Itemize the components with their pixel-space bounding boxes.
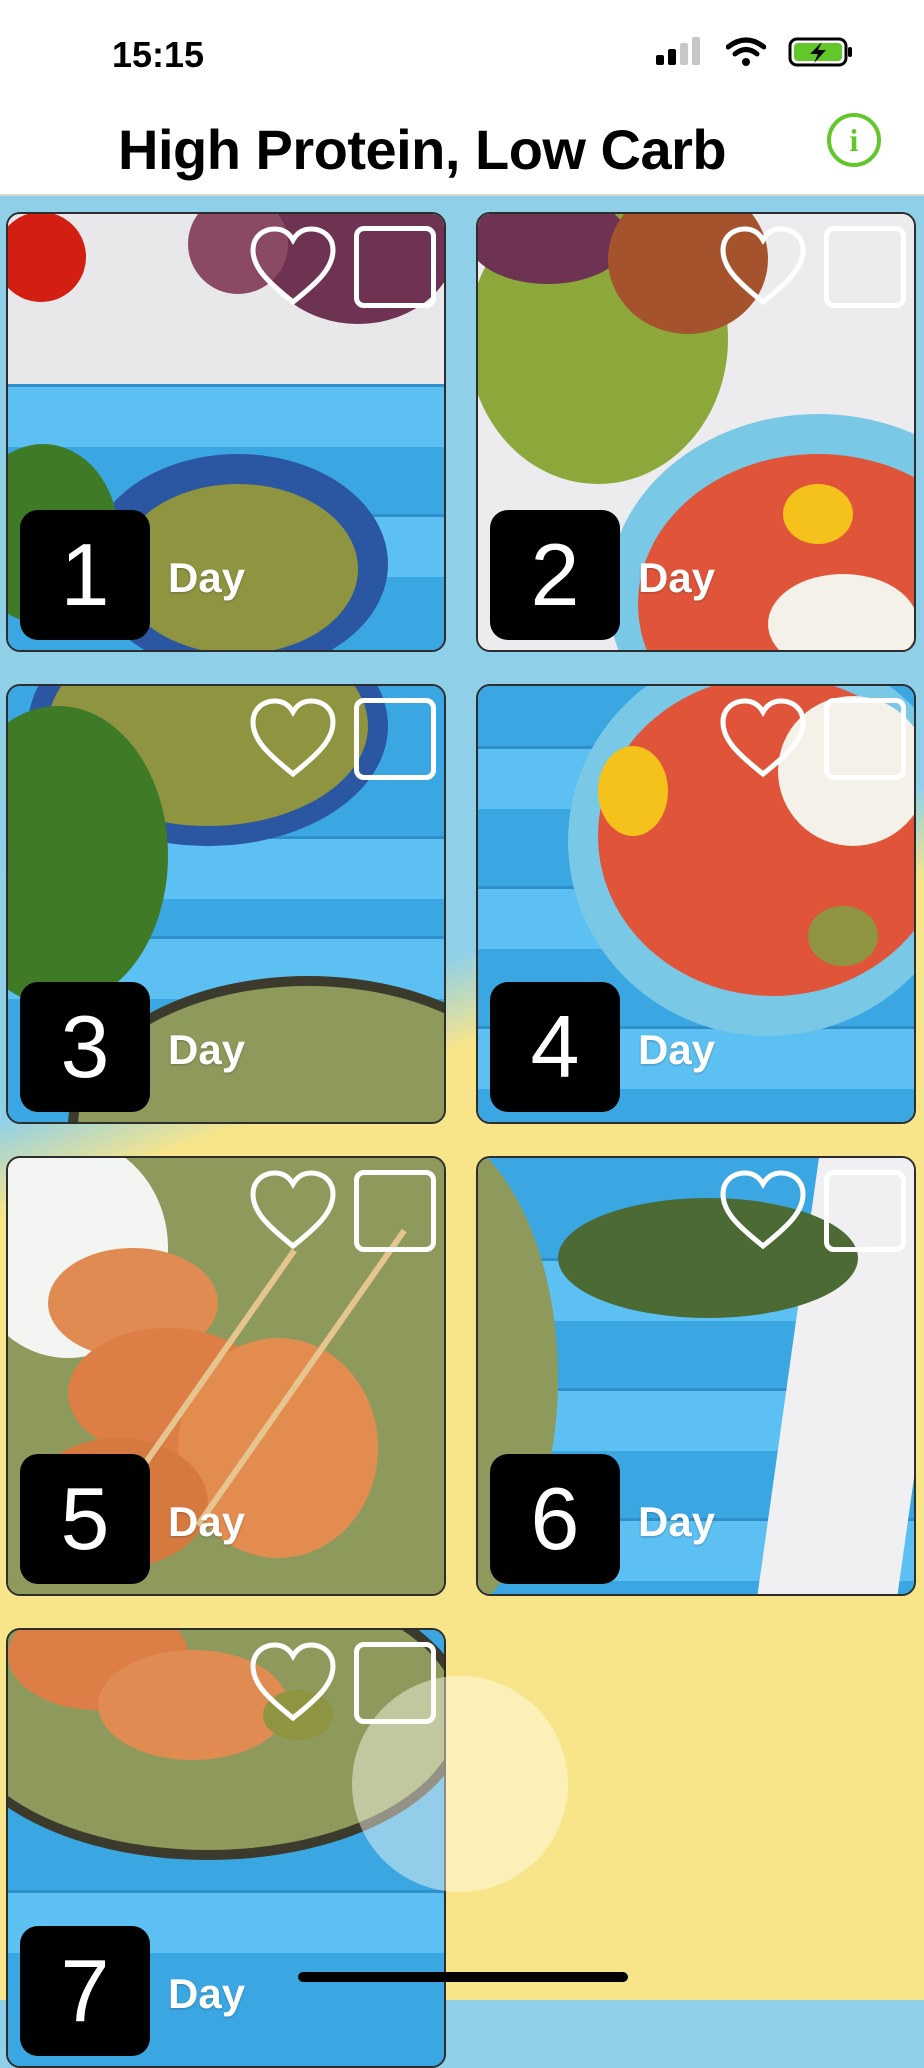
day-card-4[interactable]: 4 Day xyxy=(476,684,916,1124)
day-number-badge: 3 xyxy=(20,982,150,1112)
completed-checkbox[interactable] xyxy=(824,698,906,780)
day-card-5[interactable]: 5 Day xyxy=(6,1156,446,1596)
favorite-heart-icon[interactable] xyxy=(718,696,808,780)
favorite-heart-icon[interactable] xyxy=(248,1168,338,1252)
cellular-signal-icon xyxy=(656,37,700,65)
navigation-header: High Protein, Low Carb i xyxy=(0,110,924,196)
day-label: Day xyxy=(638,1498,716,1545)
day-card-1[interactable]: 1 Day xyxy=(6,212,446,652)
favorite-heart-icon[interactable] xyxy=(718,224,808,308)
day-label: Day xyxy=(168,554,246,601)
day-label: Day xyxy=(168,1026,246,1073)
home-indicator[interactable] xyxy=(298,1972,628,1982)
status-icons xyxy=(656,36,854,68)
completed-checkbox[interactable] xyxy=(354,226,436,308)
completed-checkbox[interactable] xyxy=(824,1170,906,1252)
completed-checkbox[interactable] xyxy=(354,698,436,780)
day-label: Day xyxy=(168,1970,246,2017)
day-card-3[interactable]: 3 Day xyxy=(6,684,446,1124)
day-number-badge: 1 xyxy=(20,510,150,640)
battery-charging-icon xyxy=(788,37,852,67)
favorite-heart-icon[interactable] xyxy=(248,1640,338,1724)
touch-indicator xyxy=(352,1676,568,1892)
day-label: Day xyxy=(638,1026,716,1073)
completed-checkbox[interactable] xyxy=(824,226,906,308)
status-time: 15:15 xyxy=(112,34,205,75)
day-label: Day xyxy=(168,1498,246,1545)
info-button[interactable]: i xyxy=(827,113,881,167)
day-card-2[interactable]: 2 Day xyxy=(476,212,916,652)
completed-checkbox[interactable] xyxy=(354,1170,436,1252)
favorite-heart-icon[interactable] xyxy=(248,224,338,308)
wifi-icon xyxy=(726,37,766,66)
status-bar: 15:15 xyxy=(0,0,924,110)
favorite-heart-icon[interactable] xyxy=(248,696,338,780)
info-icon: i xyxy=(849,121,859,158)
day-number-badge: 5 xyxy=(20,1454,150,1584)
day-card-6[interactable]: 6 Day xyxy=(476,1156,916,1596)
day-label: Day xyxy=(638,554,716,601)
day-number-badge: 7 xyxy=(20,1926,150,2056)
page-title: High Protein, Low Carb xyxy=(118,118,727,181)
favorite-heart-icon[interactable] xyxy=(718,1168,808,1252)
day-number-badge: 4 xyxy=(490,982,620,1112)
day-number-badge: 2 xyxy=(490,510,620,640)
day-number-badge: 6 xyxy=(490,1454,620,1584)
